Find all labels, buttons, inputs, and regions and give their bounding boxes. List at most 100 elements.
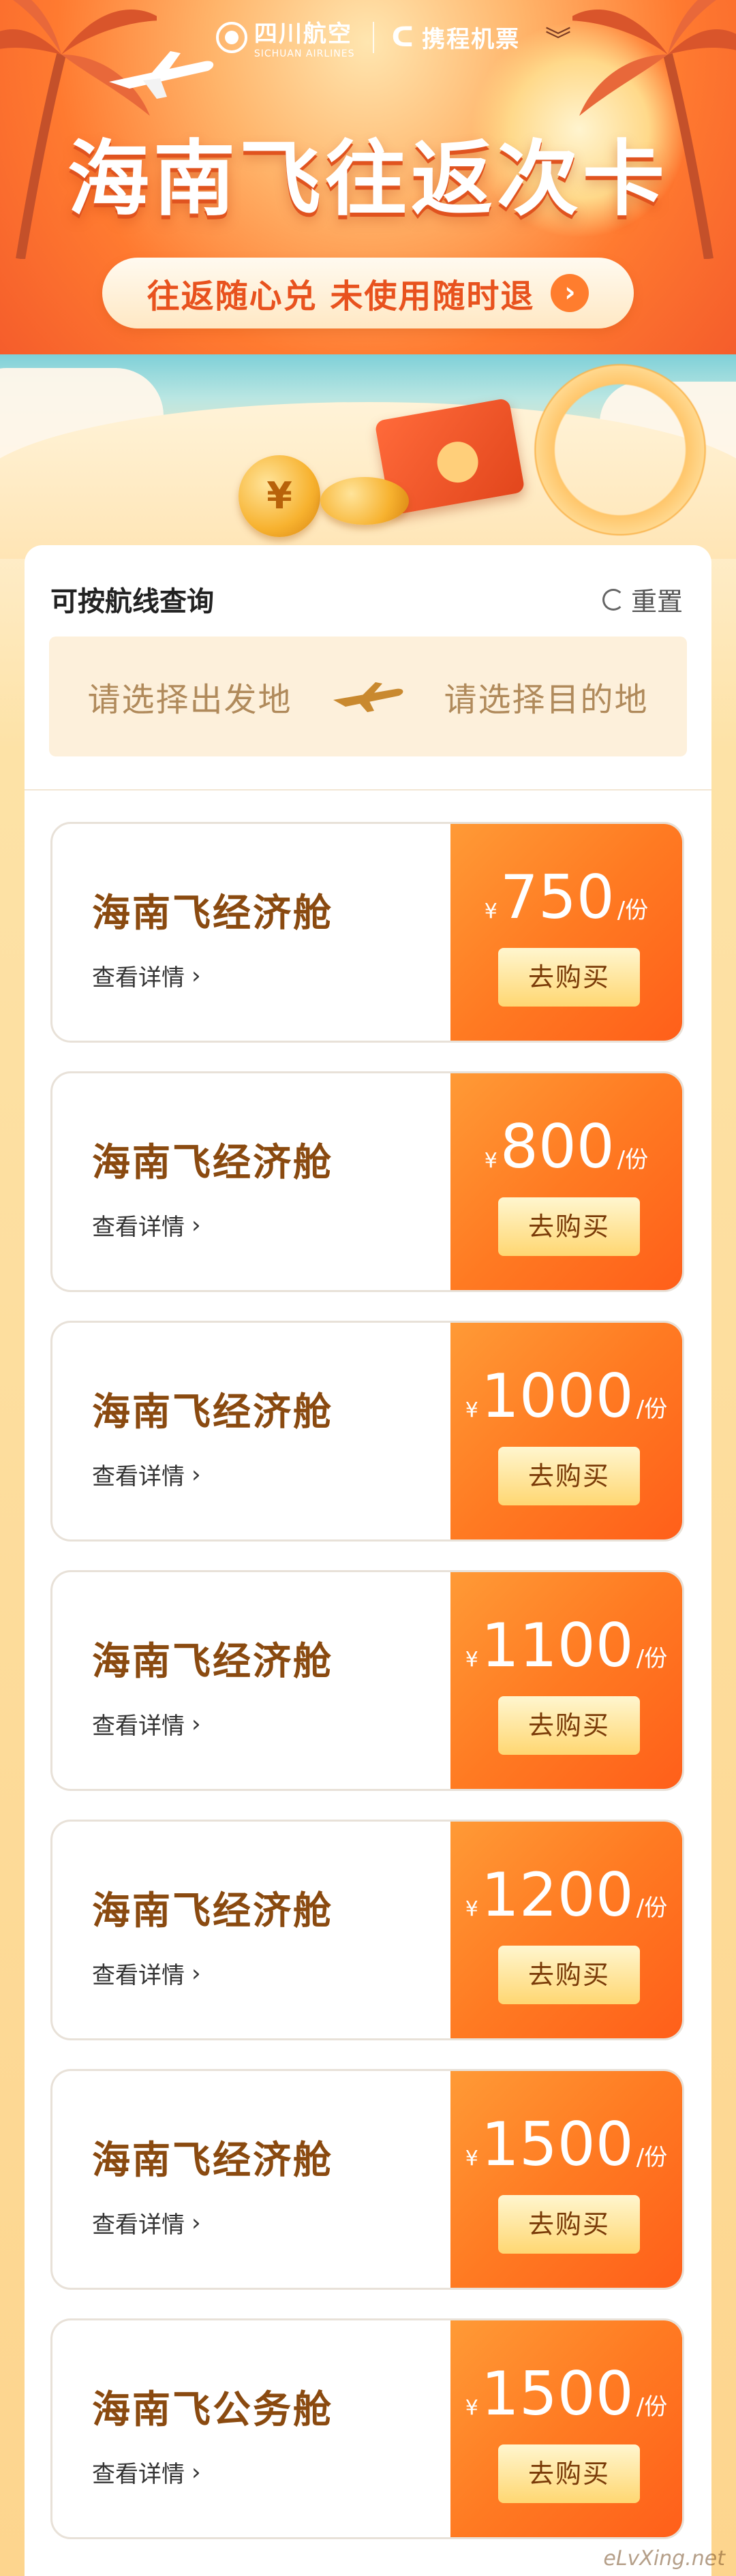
buy-button[interactable]: 去购买 bbox=[498, 2444, 640, 2503]
buy-button[interactable]: 去购买 bbox=[498, 1946, 640, 2004]
product-info: 海南飞经济舱查看详情 › bbox=[52, 1822, 455, 2038]
chevron-right-icon: › bbox=[551, 274, 589, 312]
view-details-link[interactable]: 查看详情 › bbox=[92, 1707, 201, 1741]
hero-subtitle-pill[interactable]: 往返随心兑 未使用随时退 › bbox=[102, 258, 634, 328]
product-card[interactable]: 海南飞公务舱 查看详情 › ¥1500/份 去购买 bbox=[50, 2318, 684, 2539]
chevron-right-icon: › bbox=[191, 1211, 201, 1239]
price-panel: ¥1000/份 去购买 bbox=[450, 1323, 682, 1539]
view-details-link[interactable]: 查看详情 › bbox=[92, 2206, 201, 2239]
hero-title: 海南飞往返次卡 bbox=[67, 132, 669, 227]
destination-select[interactable]: 请选择目的地 bbox=[405, 673, 687, 720]
product-info: 海南飞经济舱 查看详情 › bbox=[52, 1323, 455, 1539]
view-details-label: 查看详情 bbox=[92, 1713, 185, 1740]
price: ¥750/份 bbox=[450, 868, 682, 927]
product-info: 海南飞经济舱查看详情 › bbox=[52, 1572, 455, 1789]
chevron-right-icon: › bbox=[191, 1959, 201, 1987]
product-name: 海南飞经济舱 bbox=[92, 2138, 333, 2183]
reset-label: 重置 bbox=[630, 587, 683, 617]
page: 四川航空 SICHUAN AIRLINES ᑕ 携程机票 ︾ 海南飞往返次卡 往… bbox=[0, 0, 736, 2576]
price: ¥1500/份 bbox=[450, 2364, 682, 2424]
currency-symbol: ¥ bbox=[465, 1398, 478, 1422]
view-details-link[interactable]: 查看详情 › bbox=[92, 1957, 201, 1990]
partner-name: 携程机票 bbox=[422, 26, 521, 53]
price-panel: ¥1500/份 去购买 bbox=[450, 2320, 682, 2537]
view-details-label: 查看详情 bbox=[92, 1962, 185, 1989]
price: ¥800/份 bbox=[450, 1117, 682, 1177]
chevron-right-icon: › bbox=[191, 1710, 201, 1738]
product-name: 海南飞经济舱 bbox=[92, 1889, 333, 1933]
product-card[interactable]: 海南飞经济舱 查看详情 › ¥750/份 去购买 bbox=[50, 822, 684, 1043]
coin-stack-icon bbox=[320, 477, 409, 525]
product-name: 海南飞公务舱 bbox=[92, 2388, 333, 2432]
product-card[interactable]: 海南飞经济舱 查看详情 › ¥1000/份 去购买 bbox=[50, 1321, 684, 1542]
product-info: 海南飞公务舱查看详情 › bbox=[52, 2320, 455, 2537]
product-name: 海南飞经济舱 bbox=[92, 1640, 333, 1684]
currency-symbol: ¥ bbox=[465, 1897, 478, 1921]
product-info: 海南飞经济舱查看详情 › bbox=[52, 824, 455, 1041]
product-card[interactable]: 海南飞经济舱查看详情 › ¥1500/份 去购买 bbox=[50, 2069, 684, 2290]
product-card[interactable]: 海南飞经济舱 查看详情 › ¥1100/份 去购买 bbox=[50, 1570, 684, 1791]
view-details-label: 查看详情 bbox=[92, 1214, 185, 1241]
ctrip-logo-icon: ᑕ bbox=[391, 21, 416, 53]
view-details-label: 查看详情 bbox=[92, 2461, 185, 2488]
departure-select[interactable]: 请选择出发地 bbox=[49, 673, 331, 720]
ctrip-logo: ᑕ 携程机票 bbox=[392, 20, 521, 54]
refresh-icon bbox=[602, 588, 624, 611]
price-unit: /份 bbox=[636, 1645, 668, 1672]
price: ¥1500/份 bbox=[450, 2115, 682, 2175]
price-unit: /份 bbox=[636, 2393, 668, 2421]
view-details-link[interactable]: 查看详情 › bbox=[92, 1458, 201, 1491]
price-panel: ¥800/份 去购买 bbox=[450, 1073, 682, 1290]
buy-button[interactable]: 去购买 bbox=[498, 1197, 640, 1256]
buy-button[interactable]: 去购买 bbox=[498, 1447, 640, 1505]
chevron-right-icon: › bbox=[191, 1460, 201, 1488]
view-details-label: 查看详情 bbox=[92, 2211, 185, 2239]
price-unit: /份 bbox=[617, 897, 649, 924]
price-value: 800 bbox=[500, 1111, 615, 1182]
product-info: 海南飞经济舱 查看详情 › bbox=[52, 1073, 455, 1290]
chevron-right-icon: › bbox=[191, 2458, 201, 2486]
ring-graphic bbox=[525, 354, 716, 545]
price-panel: ¥750/份 去购买 bbox=[450, 824, 682, 1041]
price-panel: ¥1200/份 去购买 bbox=[450, 1822, 682, 2038]
currency-symbol: ¥ bbox=[484, 1149, 497, 1173]
bird-icon: ︾ bbox=[545, 25, 572, 55]
price: ¥1100/份 bbox=[450, 1616, 682, 1676]
watermark: eLvXing.net bbox=[603, 2547, 725, 2571]
price-value: 1500 bbox=[480, 2359, 634, 2429]
currency-symbol: ¥ bbox=[465, 2147, 478, 2171]
price: ¥1200/份 bbox=[450, 1865, 682, 1925]
search-title: 可按航线查询 bbox=[50, 586, 214, 617]
buy-button[interactable]: 去购买 bbox=[498, 1696, 640, 1755]
price-value: 750 bbox=[500, 862, 615, 932]
price-panel: ¥1500/份 去购买 bbox=[450, 2071, 682, 2288]
price-value: 1100 bbox=[480, 1610, 634, 1681]
price: ¥1000/份 bbox=[450, 1366, 682, 1426]
route-search-card: 可按航线查询 重置 请选择出发地 请选择目的地 bbox=[25, 545, 711, 791]
airplane-icon bbox=[331, 676, 405, 717]
buy-button[interactable]: 去购买 bbox=[498, 948, 640, 1007]
product-card[interactable]: 海南飞经济舱 查看详情 › ¥1200/份 去购买 bbox=[50, 1820, 684, 2040]
view-details-label: 查看详情 bbox=[92, 964, 185, 992]
currency-symbol: ¥ bbox=[484, 900, 497, 923]
airline-name: 四川航空 bbox=[254, 20, 352, 48]
price-value: 1000 bbox=[480, 1361, 634, 1431]
buy-button[interactable]: 去购买 bbox=[498, 2195, 640, 2254]
price-unit: /份 bbox=[636, 2144, 668, 2171]
reset-button[interactable]: 重置 bbox=[602, 581, 683, 618]
price-unit: /份 bbox=[636, 1895, 668, 1922]
product-card[interactable]: 海南飞经济舱 查看详情 › ¥800/份 去购买 bbox=[50, 1071, 684, 1292]
view-details-link[interactable]: 查看详情 › bbox=[92, 2455, 201, 2489]
product-name: 海南飞经济舱 bbox=[92, 891, 333, 936]
view-details-link[interactable]: 查看详情 › bbox=[92, 959, 201, 992]
logo-divider bbox=[372, 21, 374, 53]
currency-symbol: ¥ bbox=[465, 1648, 478, 1672]
price-panel: ¥1100/份 去购买 bbox=[450, 1572, 682, 1789]
view-details-label: 查看详情 bbox=[92, 1463, 185, 1490]
price-value: 1200 bbox=[480, 1860, 634, 1930]
chevron-right-icon: › bbox=[191, 962, 201, 990]
coin-icon: ¥ bbox=[239, 455, 320, 537]
hero-banner: 四川航空 SICHUAN AIRLINES ᑕ 携程机票 ︾ 海南飞往返次卡 往… bbox=[0, 0, 736, 559]
sichuan-airlines-logo: 四川航空 SICHUAN AIRLINES bbox=[215, 15, 355, 59]
view-details-link[interactable]: 查看详情 › bbox=[92, 1208, 201, 1242]
